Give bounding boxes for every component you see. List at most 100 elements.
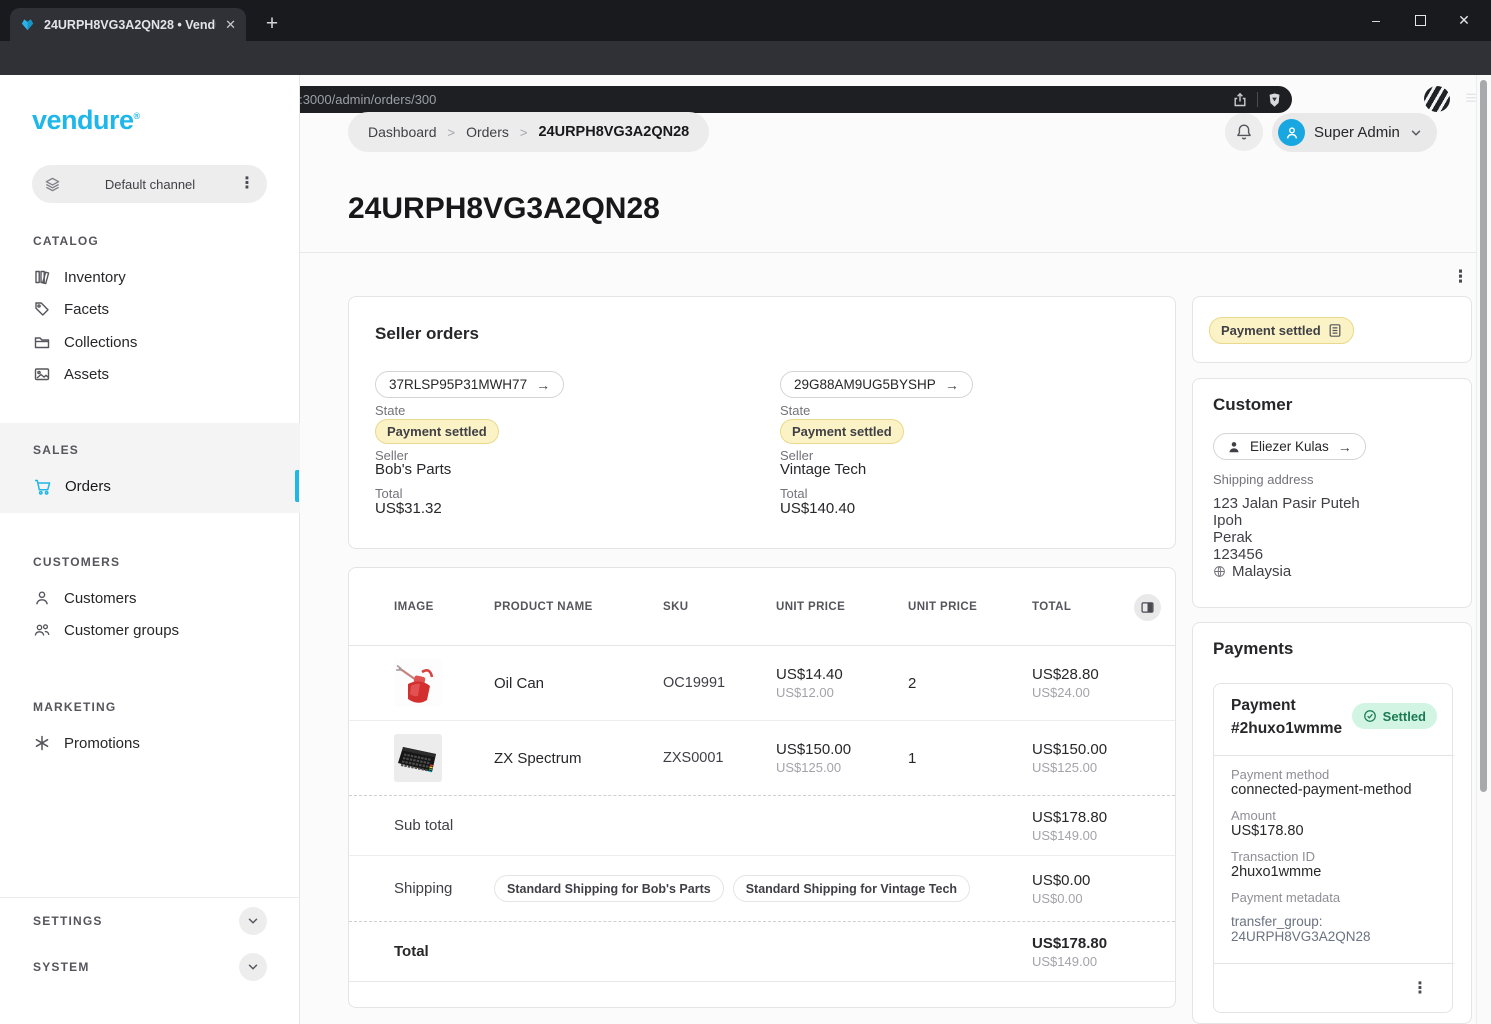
table-row[interactable]: Oil Can OC19991 US$14.40US$12.00 2 US$28… [349,646,1175,721]
channel-selector[interactable]: Default channel ⋮ [32,165,267,203]
user-avatar [1278,119,1305,146]
seller-order-link[interactable]: 29G88AM9UG5BYSHP → [780,371,973,398]
payment-label: Payment [1231,697,1296,715]
system-expand-button[interactable] [239,953,267,981]
vendure-logo[interactable]: vendure® [32,105,140,136]
order-total-value: US$178.80 [1032,935,1159,952]
quantity: 1 [908,750,1032,767]
sidebar-item-customers[interactable]: Customers [0,582,300,614]
image-icon [33,365,51,383]
sidebar-item-collections[interactable]: Collections [0,326,300,358]
minimize-button[interactable]: – [1356,6,1396,34]
column-settings-button[interactable] [1134,594,1161,621]
header-divider [300,252,1491,253]
shipping-method-pill[interactable]: Standard Shipping for Bob's Parts [494,875,724,902]
maximize-button[interactable] [1400,6,1440,34]
browser-tab[interactable]: 24URPH8VG3A2QN28 • Vendure ✕ [10,8,246,41]
asterisk-icon [33,734,51,752]
globe-icon [1213,565,1226,578]
scrollbar-thumb[interactable] [1480,80,1487,792]
breadcrumb-current: 24URPH8VG3A2QN28 [538,124,689,140]
unit-price-old: US$12.00 [776,685,908,700]
payment-method-value: connected-payment-method [1231,782,1412,798]
seller-orders-card: Seller orders 37RLSP95P31MWH77 → State P… [348,296,1176,549]
product-name: Oil Can [494,675,663,692]
close-window-button[interactable]: ✕ [1444,6,1484,34]
order-state-badge[interactable]: Payment settled [1209,317,1354,344]
inventory-icon [33,268,51,286]
maximize-icon [1415,15,1426,26]
sidebar-item-customer-groups[interactable]: Customer groups [0,614,300,646]
amount-value: US$178.80 [1231,823,1304,839]
state-label: State [375,403,405,418]
shipping-label: Shipping [394,880,494,897]
section-catalog: CATALOG [33,234,99,248]
url-divider [1257,92,1258,107]
user-menu[interactable]: Super Admin [1272,113,1437,152]
history-icon [1328,323,1342,338]
settings-expand-button[interactable] [239,907,267,935]
unit-price: US$150.00 [776,741,908,758]
seller-orders-title: Seller orders [375,324,479,344]
share-icon[interactable] [1232,92,1248,108]
sidebar-item-orders[interactable]: Orders [0,470,300,502]
sidebar-item-label: Orders [65,478,111,495]
sidebar-item-assets[interactable]: Assets [0,358,300,390]
channel-kebab-icon[interactable]: ⋮ [239,176,255,192]
shipping-row: Shipping Standard Shipping for Bob's Par… [349,856,1175,922]
content-kebab-icon[interactable]: ⋮ [1452,268,1469,285]
subtotal-value: US$178.80 [1032,809,1159,826]
sidebar-item-inventory[interactable]: Inventory [0,261,300,293]
line-total-old: US$125.00 [1032,760,1159,775]
oil-can-image [394,659,442,707]
url-bar[interactable]: ! localhost:3000/admin/orders/300 [208,86,1292,113]
state-label: State [780,403,810,418]
section-sales: SALES [33,443,79,457]
shipping-address-label: Shipping address [1213,472,1313,487]
payment-kebab-icon[interactable]: ⋮ [1412,981,1428,997]
notifications-button[interactable] [1225,113,1263,151]
payment-detail-card: Payment #2huxo1wmme Settled Payment meth… [1213,683,1453,1013]
profile-avatar[interactable] [1424,86,1450,112]
address-street: 123 Jalan Pasir Puteh [1213,495,1360,512]
section-settings: SETTINGS [33,914,103,928]
state-badge: Payment settled [375,419,499,444]
metadata-value: 24URPH8VG3A2QN28 [1231,929,1371,944]
seller-name: Bob's Parts [375,461,451,478]
payment-method-label: Payment method [1231,767,1329,782]
cart-icon [33,477,52,496]
transaction-id-value: 2huxo1wmme [1231,864,1321,880]
folder-icon [33,333,51,351]
customer-link[interactable]: Eliezer Kulas → [1213,433,1366,460]
layers-icon [44,176,61,193]
order-lines-table: IMAGE PRODUCT NAME SKU UNIT PRICE UNIT P… [348,567,1176,1008]
product-name: ZX Spectrum [494,750,663,767]
sidebar-divider [0,897,300,898]
chevron-right-icon: > [448,125,456,140]
address-country: Malaysia [1232,563,1291,580]
sidebar-item-facets[interactable]: Facets [0,293,300,325]
brave-shield-icon[interactable] [1267,92,1282,108]
sidebar-item-promotions[interactable]: Promotions [0,727,300,759]
arrow-right-icon: → [1338,439,1352,455]
shipping-value: US$0.00 [1032,872,1159,889]
shipping-method-pill[interactable]: Standard Shipping for Vintage Tech [733,875,970,902]
arrow-right-icon: → [536,377,550,393]
transaction-id-label: Transaction ID [1231,849,1315,864]
arrow-right-icon: → [945,377,959,393]
state-badge: Payment settled [780,419,904,444]
new-tab-button[interactable]: + [257,9,287,39]
breadcrumb-dashboard[interactable]: Dashboard [368,124,437,140]
page-title: 24URPH8VG3A2QN28 [348,192,660,226]
settled-badge: Settled [1352,703,1437,729]
table-row[interactable]: ZX Spectrum ZXS0001 US$150.00US$125.00 1… [349,721,1175,796]
tab-close-icon[interactable]: ✕ [225,17,236,33]
metadata-key: transfer_group: [1231,914,1323,929]
line-total: US$28.80 [1032,666,1159,683]
order-total-label: Total [394,943,494,960]
address-postal: 123456 [1213,546,1263,563]
person-icon [1227,440,1241,454]
seller-order-total: US$140.40 [780,500,855,517]
breadcrumb-orders[interactable]: Orders [466,124,509,140]
seller-order-link[interactable]: 37RLSP95P31MWH77 → [375,371,564,398]
